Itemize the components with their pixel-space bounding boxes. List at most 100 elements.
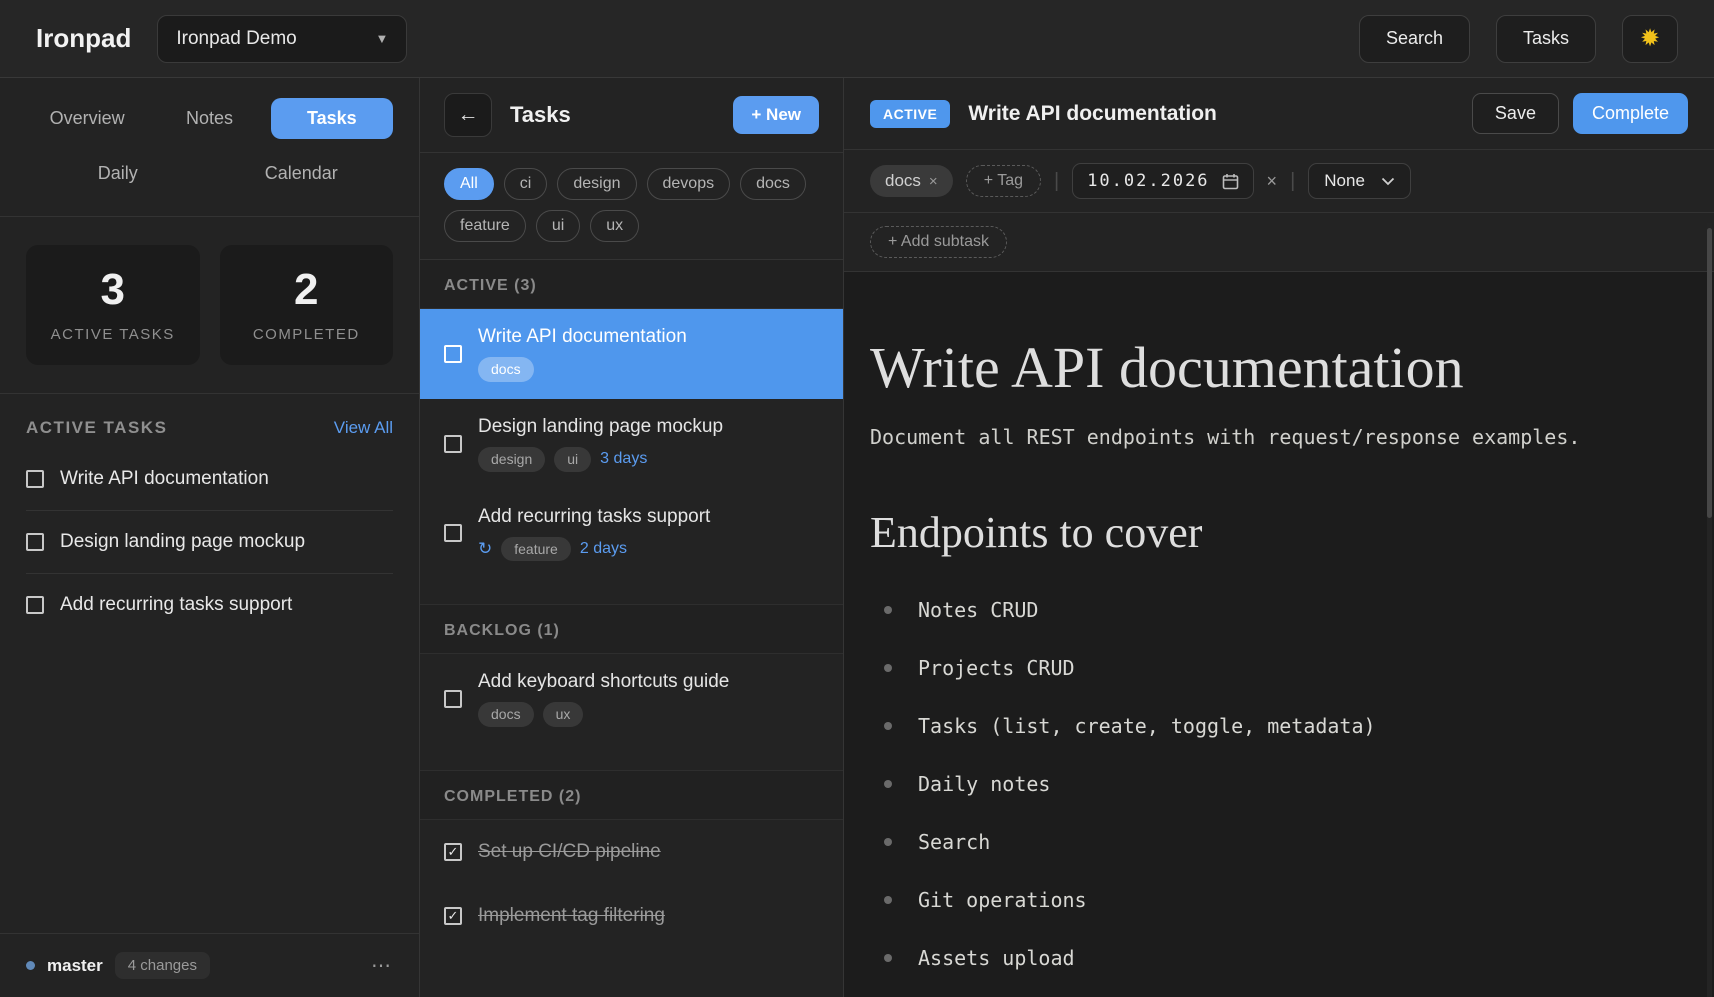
task-row-completed[interactable]: ✓ Implement tag filtering	[420, 884, 843, 948]
task-row-completed[interactable]: ✓ Set up CI/CD pipeline	[420, 820, 843, 884]
tag-chip-label: docs	[885, 171, 921, 191]
sidebar-task-item[interactable]: Design landing page mockup	[26, 511, 393, 574]
stats-cards: 3 ACTIVE TASKS 2 COMPLETED	[0, 217, 419, 394]
divider: |	[1290, 170, 1295, 193]
task-checkbox[interactable]	[444, 690, 462, 708]
view-all-link[interactable]: View All	[334, 418, 393, 438]
active-tasks-label: ACTIVE TASKS	[51, 326, 175, 343]
task-title: Implement tag filtering	[478, 905, 665, 927]
task-tag: docs	[478, 357, 534, 382]
task-row[interactable]: Design landing page mockup design ui 3 d…	[420, 399, 843, 489]
task-list-header: ← Tasks + New	[420, 78, 843, 153]
document-subheading: Endpoints to cover	[870, 507, 1674, 558]
git-status-bar: master 4 changes ⋯	[0, 933, 419, 997]
section-heading-active: ACTIVE (3)	[420, 260, 843, 309]
task-checkbox[interactable]	[26, 470, 44, 488]
top-bar: Ironpad Ironpad Demo ▼ Search Tasks ✹	[0, 0, 1714, 78]
add-subtask-button[interactable]: + Add subtask	[870, 226, 1007, 258]
detail-meta-row: docs × + Tag | 10.02.2026 × | None	[844, 150, 1714, 213]
divider: |	[1054, 170, 1059, 193]
due-date-value: 10.02.2026	[1087, 171, 1209, 191]
branch-dot-icon	[26, 961, 35, 970]
recurrence-select[interactable]: None	[1308, 163, 1411, 199]
task-row[interactable]: Add recurring tasks support ↻ feature 2 …	[420, 489, 843, 579]
endpoint-item: Search	[870, 818, 1674, 866]
task-tag: ux	[543, 702, 584, 727]
filter-chip-devops[interactable]: devops	[647, 168, 731, 200]
task-checkbox[interactable]	[444, 435, 462, 453]
sidebar-tab-notes[interactable]: Notes	[148, 98, 270, 139]
section-heading-completed: COMPLETED (2)	[420, 770, 843, 820]
document-heading: Write API documentation	[870, 334, 1674, 401]
task-row-selected[interactable]: Write API documentation docs	[420, 309, 843, 399]
filter-chip-ui[interactable]: ui	[536, 210, 580, 242]
sun-icon: ✹	[1640, 27, 1660, 51]
add-tag-button[interactable]: + Tag	[966, 165, 1041, 197]
scrollbar-thumb[interactable]	[1707, 228, 1712, 518]
remove-tag-icon[interactable]: ×	[929, 173, 938, 190]
sidebar-task-title: Add recurring tasks support	[60, 594, 292, 616]
branch-name: master	[47, 956, 103, 976]
detail-title: Write API documentation	[968, 102, 1217, 126]
sidebar-tab-calendar[interactable]: Calendar	[210, 153, 394, 194]
clear-date-button[interactable]: ×	[1267, 171, 1278, 192]
back-arrow-icon: ←	[458, 103, 479, 127]
task-checkbox[interactable]	[444, 345, 462, 363]
sidebar-task-item[interactable]: Add recurring tasks support	[26, 574, 393, 636]
sidebar-tab-overview[interactable]: Overview	[26, 98, 148, 139]
stat-card-completed: 2 COMPLETED	[220, 245, 394, 365]
filter-chip-docs[interactable]: docs	[740, 168, 806, 200]
stat-card-active-tasks: 3 ACTIVE TASKS	[26, 245, 200, 365]
document-intro: Document all REST endpoints with request…	[870, 425, 1674, 449]
task-tag: docs	[478, 702, 534, 727]
sidebar-tab-tasks[interactable]: Tasks	[271, 98, 393, 139]
save-button[interactable]: Save	[1472, 93, 1559, 134]
completed-count: 2	[294, 268, 318, 312]
changes-badge: 4 changes	[115, 952, 210, 979]
calendar-icon[interactable]	[1222, 173, 1239, 190]
app-logo: Ironpad	[36, 23, 131, 54]
filter-chip-feature[interactable]: feature	[444, 210, 526, 242]
task-tag: design	[478, 447, 545, 472]
sidebar-active-tasks-section: ACTIVE TASKS View All Write API document…	[0, 394, 419, 933]
recurring-icon: ↻	[478, 539, 492, 559]
task-title: Add recurring tasks support	[478, 506, 710, 528]
filter-chip-all[interactable]: All	[444, 168, 494, 200]
sidebar-task-item[interactable]: Write API documentation	[26, 448, 393, 511]
theme-toggle-button[interactable]: ✹	[1622, 15, 1678, 63]
detail-header: ACTIVE Write API documentation Save Comp…	[844, 78, 1714, 150]
filter-chip-ci[interactable]: ci	[504, 168, 548, 200]
back-button[interactable]: ←	[444, 93, 492, 137]
search-button[interactable]: Search	[1359, 15, 1470, 63]
task-detail-panel: ACTIVE Write API documentation Save Comp…	[844, 78, 1714, 997]
task-checkbox[interactable]	[26, 533, 44, 551]
task-checkbox[interactable]	[26, 596, 44, 614]
sidebar-tabs: Overview Notes Tasks Daily Calendar	[0, 78, 419, 217]
section-heading-backlog: BACKLOG (1)	[420, 604, 843, 654]
sidebar-task-title: Write API documentation	[60, 468, 269, 490]
endpoint-item: Notes CRUD	[870, 586, 1674, 634]
due-label: 3 days	[600, 450, 647, 468]
completed-label: COMPLETED	[253, 326, 360, 343]
due-date-input[interactable]: 10.02.2026	[1072, 163, 1253, 199]
task-title: Add keyboard shortcuts guide	[478, 671, 729, 693]
project-selector[interactable]: Ironpad Demo ▼	[157, 15, 407, 63]
more-menu-icon[interactable]: ⋯	[371, 953, 393, 978]
filter-chip-design[interactable]: design	[557, 168, 636, 200]
document-content[interactable]: Write API documentation Document all RES…	[844, 272, 1714, 997]
filter-chip-ux[interactable]: ux	[590, 210, 639, 242]
chevron-down-icon	[1381, 177, 1395, 186]
task-checkbox[interactable]	[444, 524, 462, 542]
task-checkbox-checked[interactable]: ✓	[444, 907, 462, 925]
tag-chip-docs[interactable]: docs ×	[870, 165, 953, 197]
task-checkbox-checked[interactable]: ✓	[444, 843, 462, 861]
new-task-button[interactable]: + New	[733, 96, 819, 134]
endpoint-item: Daily notes	[870, 760, 1674, 808]
task-tag: feature	[501, 537, 571, 562]
sidebar-tab-daily[interactable]: Daily	[26, 153, 210, 194]
endpoint-list: Notes CRUD Projects CRUD Tasks (list, cr…	[870, 586, 1674, 982]
tasks-button[interactable]: Tasks	[1496, 15, 1596, 63]
task-row[interactable]: Add keyboard shortcuts guide docs ux	[420, 654, 843, 744]
sidebar: Overview Notes Tasks Daily Calendar 3 AC…	[0, 78, 420, 997]
complete-button[interactable]: Complete	[1573, 93, 1688, 134]
